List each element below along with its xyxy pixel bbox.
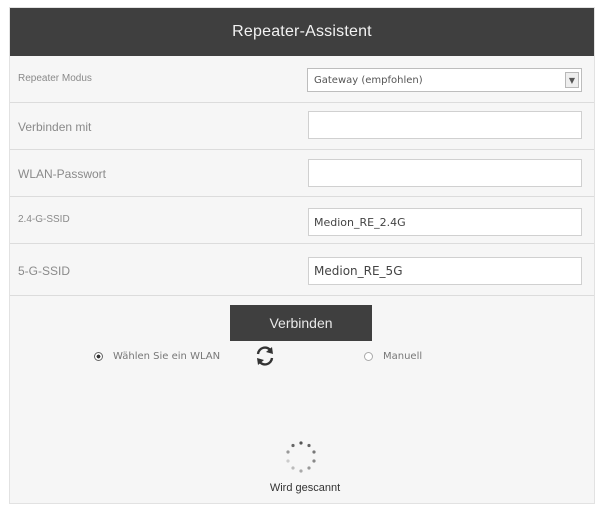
- manual-label: Manuell: [383, 351, 423, 362]
- form-row-connect-to: Verbinden mit: [10, 103, 594, 150]
- ssid-24-input[interactable]: Medion_RE_2.4G: [308, 208, 582, 236]
- repeater-assistant-panel: Repeater-Assistent Repeater Modus Gatewa…: [9, 7, 595, 504]
- connect-to-label: Verbinden mit: [18, 120, 92, 134]
- manual-radio[interactable]: [364, 352, 373, 361]
- mode-select[interactable]: Gateway (empfohlen) ▼: [307, 68, 582, 92]
- chevron-down-icon[interactable]: ▼: [565, 72, 579, 88]
- form-row-wlan-password: WLAN-Passwort: [10, 150, 594, 197]
- scanning-status-text: Wird gescannt: [269, 482, 341, 494]
- mode-label: Repeater Modus: [18, 73, 92, 84]
- choose-wlan-option[interactable]: Wählen Sie ein WLAN: [94, 351, 220, 362]
- manual-option[interactable]: Manuell: [364, 351, 422, 362]
- connect-button[interactable]: Verbinden: [230, 305, 372, 341]
- form-row-ssid-24: 2.4-G-SSID Medion_RE_2.4G: [10, 197, 594, 244]
- ssid-5-input[interactable]: Medion_RE_5G: [308, 257, 582, 285]
- page-title: Repeater-Assistent: [10, 8, 594, 56]
- ssid-24-label: 2.4-G-SSID: [18, 214, 70, 225]
- wlan-password-input[interactable]: [308, 159, 582, 187]
- choose-wlan-label: Wählen Sie ein WLAN: [113, 351, 221, 362]
- choose-wlan-radio[interactable]: [94, 352, 103, 361]
- mode-select-value: Gateway (empfohlen): [314, 74, 423, 86]
- ssid-5-label: 5-G-SSID: [18, 264, 71, 278]
- spinner-icon: [286, 441, 316, 473]
- form-row-ssid-5: 5-G-SSID Medion_RE_5G: [10, 244, 594, 296]
- connect-to-input[interactable]: [308, 111, 582, 139]
- refresh-icon[interactable]: [254, 345, 276, 367]
- wlan-password-label: WLAN-Passwort: [18, 167, 107, 181]
